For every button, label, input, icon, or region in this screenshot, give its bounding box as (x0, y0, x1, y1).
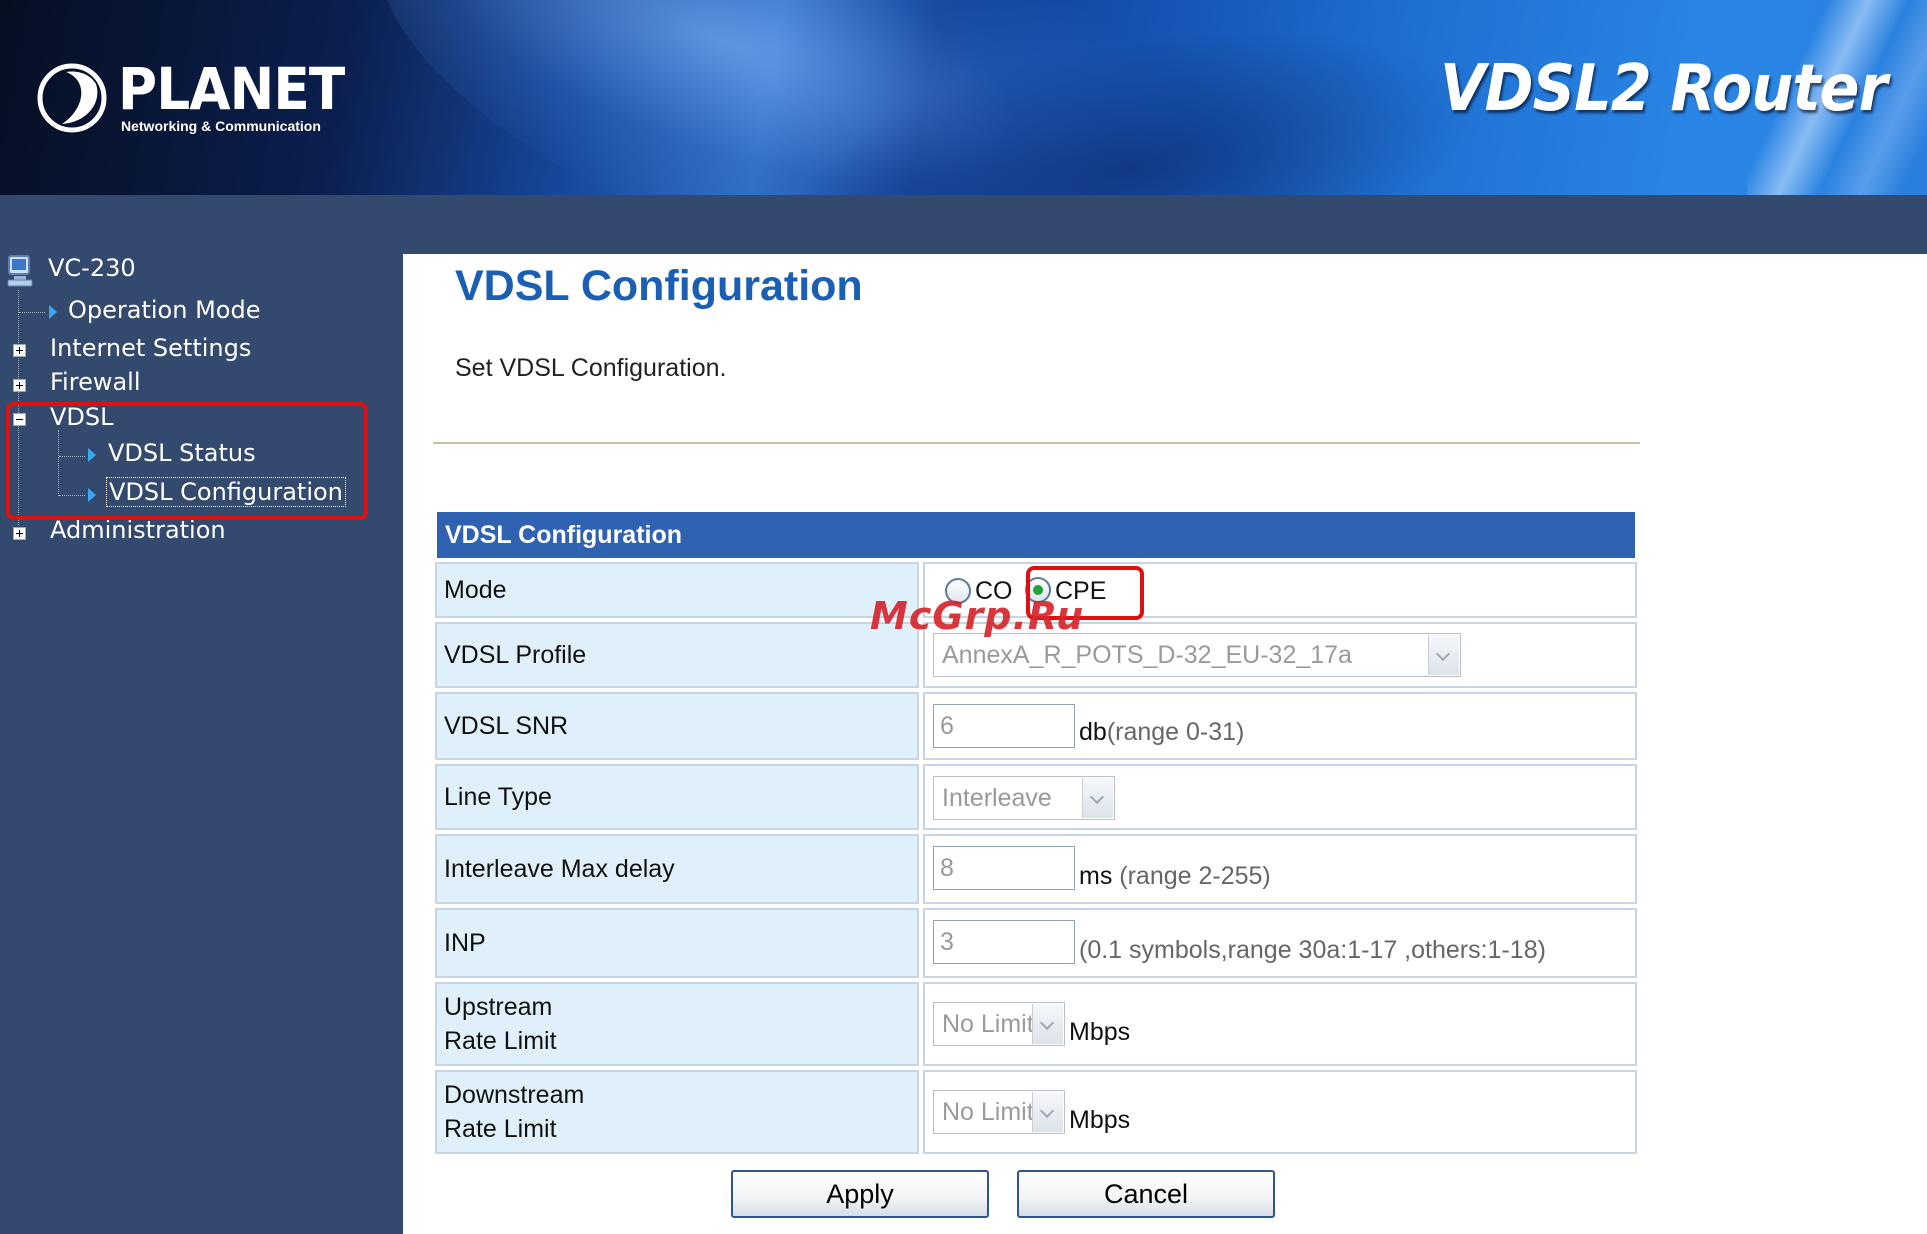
inp-input[interactable]: 3 (933, 920, 1075, 964)
planet-logo-icon (37, 63, 107, 133)
sidebar-item-administration[interactable]: Administration (50, 516, 226, 544)
chevron-down-icon[interactable] (1082, 778, 1113, 818)
divider (433, 442, 1640, 444)
expand-plus-icon[interactable] (13, 527, 26, 540)
apply-button[interactable]: Apply (731, 1170, 989, 1218)
brand-tagline: Networking & Communication (121, 118, 321, 134)
page-description: Set VDSL Configuration. (455, 354, 727, 382)
interleave-max-delay-label: Interleave Max delay (435, 834, 919, 904)
chevron-down-icon[interactable] (1428, 635, 1459, 675)
inp-hint: (0.1 symbols,range 30a:1-17 ,others:1-18… (1079, 936, 1546, 964)
product-title: VDSL2 Router (1440, 52, 1888, 126)
main-content: VDSL Configuration Set VDSL Configuratio… (403, 254, 1927, 1234)
vdsl-snr-input[interactable]: 6 (933, 704, 1075, 748)
upstream-rate-limit-label: Upstream Rate Limit (435, 982, 919, 1066)
arrow-right-icon (49, 305, 57, 319)
interleave-max-delay-input[interactable]: 8 (933, 846, 1075, 890)
table-row: INP 3 (0.1 symbols,range 30a:1-17 ,other… (435, 908, 1637, 978)
table-row: Downstream Rate Limit No Limit Mbps (435, 1070, 1637, 1154)
line-type-select[interactable]: Interleave (933, 776, 1115, 820)
page-title: VDSL Configuration (455, 262, 863, 310)
inp-label: INP (435, 908, 919, 978)
vdsl-snr-label: VDSL SNR (435, 692, 919, 760)
downstream-unit: Mbps (1069, 1106, 1131, 1134)
table-header: VDSL Configuration (435, 510, 1637, 560)
upstream-unit: Mbps (1069, 1018, 1131, 1046)
chevron-down-icon[interactable] (1032, 1092, 1063, 1132)
header-banner: PLANET Networking & Communication VDSL2 … (0, 0, 1927, 195)
watermark: McGrp.Ru (870, 594, 1085, 638)
sidebar-item-internet-settings[interactable]: Internet Settings (50, 334, 251, 362)
sidebar-item-operation-mode[interactable]: Operation Mode (68, 296, 260, 324)
vdsl-profile-select[interactable]: AnnexA_R_POTS_D-32_EU-32_17a (933, 633, 1461, 677)
computer-icon (7, 255, 33, 287)
table-row: Interleave Max delay 8 ms (range 2-255) (435, 834, 1637, 904)
expand-plus-icon[interactable] (13, 379, 26, 392)
line-type-label: Line Type (435, 764, 919, 830)
mode-label: Mode (435, 562, 919, 618)
cancel-button[interactable]: Cancel (1017, 1170, 1275, 1218)
table-row: VDSL SNR 6 db(range 0-31) (435, 692, 1637, 760)
expand-plus-icon[interactable] (13, 344, 26, 357)
vdsl-profile-label: VDSL Profile (435, 622, 919, 688)
vdsl-highlight-annotation (6, 402, 368, 520)
sidebar-root-vc-230[interactable]: VC-230 (48, 254, 136, 282)
vdsl-snr-hint: db(range 0-31) (1079, 718, 1245, 746)
brand-name: PLANET (118, 55, 345, 123)
chevron-down-icon[interactable] (1032, 1004, 1063, 1044)
downstream-rate-limit-label: Downstream Rate Limit (435, 1070, 919, 1154)
table-row: Upstream Rate Limit No Limit Mbps (435, 982, 1637, 1066)
upstream-rate-limit-select[interactable]: No Limit (933, 1002, 1065, 1046)
downstream-rate-limit-select[interactable]: No Limit (933, 1090, 1065, 1134)
table-row: Line Type Interleave (435, 764, 1637, 830)
interleave-max-delay-hint: ms (range 2-255) (1079, 862, 1271, 890)
sidebar-item-firewall[interactable]: Firewall (50, 368, 141, 396)
